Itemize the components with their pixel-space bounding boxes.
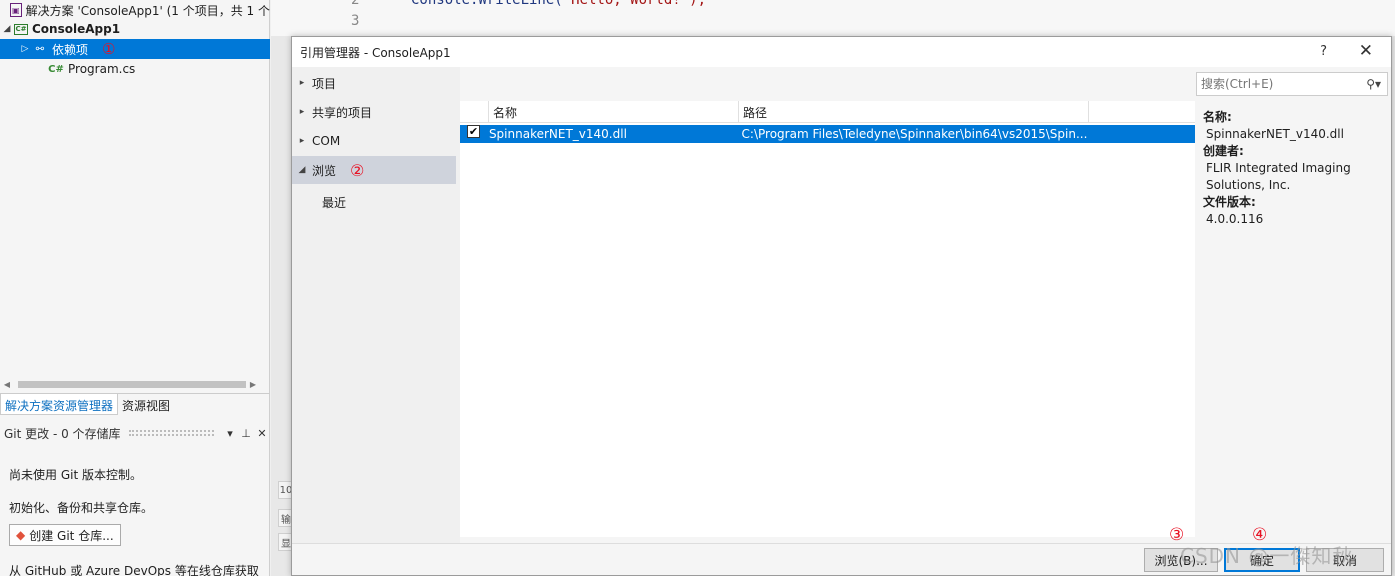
pin-icon[interactable]: ⊥ bbox=[238, 427, 254, 440]
reference-path: C:\Program Files\Teledyne\Spinnaker\bin6… bbox=[741, 127, 1088, 141]
create-git-repo-label: 创建 Git 仓库... bbox=[29, 528, 114, 543]
git-init-text: 初始化、备份和共享仓库。 bbox=[9, 501, 154, 515]
git-icon: ◆ bbox=[16, 528, 26, 542]
code-view[interactable]: 2 Console.WriteLine("Hello, World!"); 3 bbox=[271, 0, 1395, 36]
column-path-header[interactable]: 路径 bbox=[739, 101, 1089, 123]
tree-program-node[interactable]: C# Program.cs bbox=[0, 59, 270, 79]
annotation-mark-1: ① bbox=[102, 40, 116, 58]
tree-solution-node[interactable]: ▣ 解决方案 'ConsoleApp1' (1 个项目，共 1 个 bbox=[0, 0, 270, 20]
reference-nav: ▸ 项目 ▸ 共享的项目 ▸ COM ◢ 浏览 ② 最近 bbox=[292, 67, 460, 543]
nav-item-shared-projects[interactable]: ▸ 共享的项目 bbox=[292, 98, 456, 126]
details-pane: 名称: SpinnakerNET_v140.dll 创建者: FLIR Inte… bbox=[1203, 109, 1385, 228]
nav-item-browse[interactable]: ◢ 浏览 ② bbox=[292, 156, 456, 184]
detail-version-label: 文件版本: bbox=[1203, 195, 1256, 209]
solution-label: 解决方案 'ConsoleApp1' (1 个项目，共 1 个 bbox=[25, 3, 270, 18]
nav-item-com[interactable]: ▸ COM bbox=[292, 127, 456, 155]
scrollbar-thumb[interactable] bbox=[18, 380, 246, 388]
git-status-text: 尚未使用 Git 版本控制。 bbox=[9, 468, 142, 482]
drag-grip[interactable] bbox=[128, 430, 214, 436]
dialog-title: 引用管理器 - ConsoleApp1 bbox=[300, 45, 451, 60]
tab-resource-view[interactable]: 资源视图 bbox=[118, 394, 174, 415]
horizontal-scrollbar[interactable]: ◀ ▶ bbox=[0, 377, 270, 391]
expand-triangle-icon: ▸ bbox=[299, 78, 305, 88]
code-string: "Hello, World!"); bbox=[562, 0, 707, 8]
collapse-triangle-icon: ◢ bbox=[298, 165, 306, 175]
dependencies-icon: ⚯ bbox=[35, 43, 45, 55]
tab-solution-explorer[interactable]: 解决方案资源管理器 bbox=[0, 394, 119, 415]
program-label: Program.cs bbox=[68, 62, 136, 76]
solution-icon: ▣ bbox=[9, 3, 22, 17]
column-name-header[interactable]: 名称 bbox=[489, 101, 739, 123]
tree-dependencies-node[interactable]: ▷ ⚯ 依赖项 ① bbox=[0, 39, 270, 59]
nav-item-projects[interactable]: ▸ 项目 bbox=[292, 69, 456, 97]
annotation-mark-2: ② bbox=[350, 160, 365, 180]
collapse-triangle-icon[interactable]: ◢ bbox=[0, 24, 14, 34]
close-icon[interactable]: ✕ bbox=[1359, 41, 1373, 61]
list-item[interactable]: ✔ SpinnakerNET_v140.dll C:\Program Files… bbox=[460, 125, 1195, 143]
nav-item-recent[interactable]: 最近 bbox=[292, 188, 456, 216]
help-icon[interactable]: ? bbox=[1320, 44, 1327, 59]
search-icon[interactable]: ⚲▾ bbox=[1366, 77, 1381, 91]
reference-list: 名称 路径 ✔ SpinnakerNET_v140.dll C:\Program… bbox=[460, 101, 1195, 537]
expand-triangle-icon: ▸ bbox=[299, 107, 305, 117]
checkbox-column-header bbox=[460, 101, 489, 123]
code-line: Console.WriteLine("Hello, World!"); bbox=[411, 0, 706, 8]
reference-name: SpinnakerNET_v140.dll bbox=[488, 127, 627, 141]
dependencies-label: 依赖项 bbox=[52, 42, 89, 57]
git-online-text: 从 GitHub 或 Azure DevOps 等在线仓库获取 bbox=[9, 564, 259, 576]
csharp-project-icon: C# bbox=[14, 23, 28, 35]
git-changes-header: Git 更改 - 0 个存储库 ▾ ⊥ ✕ bbox=[0, 422, 270, 444]
detail-version-value: 4.0.0.116 bbox=[1206, 212, 1264, 226]
reference-checkbox[interactable]: ✔ bbox=[467, 125, 480, 138]
expand-triangle-icon: ▸ bbox=[299, 136, 305, 146]
line-number: 3 bbox=[351, 13, 360, 29]
create-git-repo-button[interactable]: ◆ 创建 Git 仓库... bbox=[9, 524, 121, 546]
list-header: 名称 路径 bbox=[460, 101, 1195, 123]
search-box[interactable]: ⚲▾ bbox=[1196, 72, 1388, 96]
git-header-title: Git 更改 - 0 个存储库 bbox=[4, 426, 121, 441]
detail-name-value: SpinnakerNET_v140.dll bbox=[1206, 127, 1344, 141]
reference-manager-dialog: 引用管理器 - ConsoleApp1 ? ✕ ▸ 项目 ▸ 共享的项目 ▸ C… bbox=[291, 36, 1392, 576]
dialog-titlebar: 引用管理器 - ConsoleApp1 bbox=[292, 37, 1391, 67]
search-input[interactable] bbox=[1201, 77, 1351, 91]
close-icon[interactable]: ✕ bbox=[254, 427, 270, 440]
scroll-left-icon[interactable]: ◀ bbox=[0, 380, 14, 389]
scroll-right-icon[interactable]: ▶ bbox=[246, 380, 260, 389]
line-number: 2 bbox=[351, 0, 360, 8]
detail-creator-label: 创建者: bbox=[1203, 144, 1244, 158]
expand-triangle-icon[interactable]: ▷ bbox=[18, 44, 32, 54]
code-text: Console.WriteLine( bbox=[411, 0, 563, 8]
detail-name-label: 名称: bbox=[1203, 110, 1232, 124]
csdn-watermark: CSDN @一傑知秋 bbox=[1180, 544, 1354, 568]
csharp-file-icon: C# bbox=[48, 63, 64, 75]
dropdown-icon[interactable]: ▾ bbox=[222, 427, 238, 440]
project-label: ConsoleApp1 bbox=[32, 22, 121, 36]
explorer-tabs: 解决方案资源管理器 资源视图 bbox=[0, 393, 270, 415]
detail-creator-value: FLIR Integrated Imaging Solutions, Inc. bbox=[1206, 161, 1351, 192]
tree-project-node[interactable]: ◢ C# ConsoleApp1 bbox=[0, 19, 270, 39]
solution-explorer-panel: ▣ 解决方案 'ConsoleApp1' (1 个项目，共 1 个 ◢ C# C… bbox=[0, 0, 270, 576]
